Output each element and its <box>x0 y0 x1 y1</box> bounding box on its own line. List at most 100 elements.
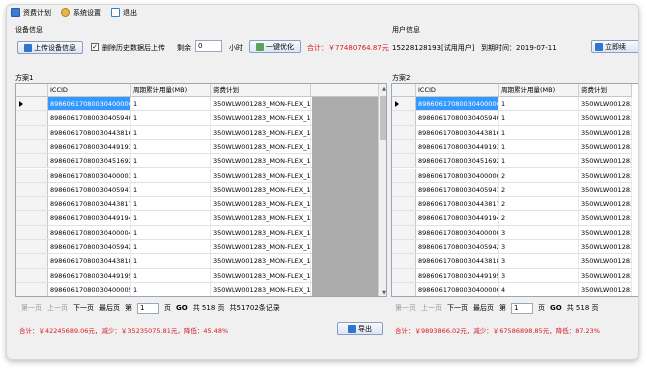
cell-usage[interactable]: 1 <box>131 225 211 239</box>
plan2-prev-page[interactable]: 上一页 <box>421 303 442 313</box>
cell-usage[interactable]: 1 <box>131 182 211 197</box>
cell-usage[interactable]: 1 <box>499 111 579 125</box>
cell-usage[interactable]: 3 <box>499 268 579 282</box>
row-header[interactable] <box>392 282 416 296</box>
cell-usage[interactable]: 3 <box>499 240 579 254</box>
cell-iccid[interactable]: 898606170800304000005 <box>416 282 499 296</box>
table-row[interactable]: 898606170800304491942 1 350WLW001283_MON-F… <box>16 211 312 226</box>
row-header[interactable] <box>16 240 48 254</box>
row-header[interactable] <box>392 168 416 182</box>
cell-iccid[interactable]: 898606170800304438161 <box>48 125 131 139</box>
table-row[interactable]: 898606170800304000005 4 350WLW001283_ <box>392 282 632 296</box>
table-row[interactable]: 898606170800304491942 2 350WLW001283_ <box>392 211 632 226</box>
menu-plan[interactable]: 资费计划 <box>11 8 51 18</box>
table-row[interactable]: 898606170800304000002 1 350WLW001283_MON-F… <box>16 97 312 112</box>
plan1-next-page[interactable]: 下一页 <box>73 303 94 313</box>
row-header[interactable] <box>392 254 416 268</box>
optimize-button[interactable]: 一键优化 <box>249 40 301 53</box>
row-header[interactable] <box>16 268 48 282</box>
cell-usage[interactable]: 2 <box>499 182 579 197</box>
cell-iccid[interactable]: 898606170800304059401 <box>48 111 131 125</box>
cell-plan[interactable]: 350WLW001283_ <box>579 125 632 139</box>
cell-plan[interactable]: 350WLW001283_MON-FLEX_10M <box>211 97 311 111</box>
row-header[interactable] <box>16 154 48 168</box>
row-header[interactable] <box>16 111 48 125</box>
cell-iccid[interactable]: 898606170800304516921 <box>416 154 499 168</box>
row-header[interactable] <box>16 139 48 154</box>
cell-usage[interactable]: 3 <box>499 225 579 239</box>
cell-iccid[interactable]: 898606170800304491942 <box>416 211 499 225</box>
cell-plan[interactable]: 350WLW001283_ <box>579 182 632 197</box>
cell-iccid[interactable]: 898606170800304438172 <box>416 197 499 211</box>
plan1-prev-page[interactable]: 上一页 <box>47 303 68 313</box>
row-header[interactable] <box>16 168 48 182</box>
scroll-up-icon[interactable]: ▲ <box>379 84 386 94</box>
cell-plan[interactable]: 350WLW001283_MON-FLEX_10M <box>211 154 311 168</box>
table-row[interactable]: 898606170800304516921 1 350WLW001283_MON-F… <box>16 154 312 169</box>
row-header[interactable] <box>16 125 48 139</box>
plan2-col-usage[interactable]: 周期累计用量(MB) <box>499 84 579 96</box>
cell-plan[interactable]: 350WLW001283_MON-FLEX_10M <box>211 225 311 239</box>
plan2-col-plan[interactable]: 资费计划 <box>579 84 632 96</box>
table-row[interactable]: 898606170800304000032 1 350WLW001283_MON-F… <box>16 168 312 183</box>
cell-usage[interactable]: 1 <box>131 125 211 139</box>
renew-button[interactable]: 立即续 <box>591 40 638 53</box>
cell-usage[interactable]: 1 <box>131 154 211 168</box>
cell-plan[interactable]: 350WLW001283_ <box>579 97 632 111</box>
upload-device-button[interactable]: 上传设备信息 <box>17 41 83 54</box>
cell-iccid[interactable]: 898606170800304516921 <box>48 154 131 168</box>
row-header[interactable] <box>392 268 416 282</box>
cell-plan[interactable]: 350WLW001283_MON-FLEX_10M <box>211 182 311 197</box>
plan1-last-page[interactable]: 最后页 <box>99 303 120 313</box>
cell-plan[interactable]: 350WLW001283_ <box>579 254 632 268</box>
table-row[interactable]: 898606170800304059412 1 350WLW001283_MON-F… <box>16 182 312 198</box>
table-row[interactable]: 898606170800304059401 1 350WLW001283_ <box>392 111 632 126</box>
menu-exit[interactable]: 退出 <box>111 8 137 18</box>
row-header[interactable] <box>392 197 416 211</box>
cell-plan[interactable]: 350WLW001283_ <box>579 139 632 154</box>
plan1-col-usage[interactable]: 周期累计用量(MB) <box>131 84 211 96</box>
row-header[interactable] <box>16 254 48 268</box>
cell-usage[interactable]: 2 <box>499 211 579 225</box>
cell-plan[interactable]: 350WLW001283_ <box>579 268 632 282</box>
plan1-col-plan[interactable]: 资费计划 <box>211 84 311 96</box>
cell-usage[interactable]: 1 <box>131 139 211 154</box>
cell-plan[interactable]: 350WLW001283_ <box>579 240 632 254</box>
cell-usage[interactable]: 3 <box>499 254 579 268</box>
row-header[interactable] <box>392 97 416 111</box>
plan2-first-page[interactable]: 第一页 <box>395 303 416 313</box>
plan1-vscrollbar[interactable]: ▲ ▼ <box>378 84 386 296</box>
plan2-go-button[interactable]: GO <box>550 304 562 312</box>
row-header[interactable] <box>392 139 416 154</box>
cell-iccid[interactable]: 898606170800304000003 <box>416 168 499 182</box>
cell-plan[interactable]: 350WLW001283_ <box>579 154 632 168</box>
row-header[interactable] <box>16 197 48 211</box>
plan1-col-iccid[interactable]: ICCID <box>48 84 131 96</box>
cell-iccid[interactable]: 898606170800304000002 <box>48 97 131 111</box>
remaining-hours-input[interactable]: 0 <box>195 40 222 52</box>
table-row[interactable]: 898606170800304000054 1 350WLW001283_MON-F… <box>16 282 312 296</box>
row-header[interactable] <box>392 125 416 139</box>
row-header[interactable] <box>16 182 48 197</box>
cell-plan[interactable]: 350WLW001283_MON-FLEX_10M <box>211 111 311 125</box>
table-row[interactable]: 898606170800304491953 3 350WLW001283_ <box>392 268 632 283</box>
row-header[interactable] <box>16 282 48 296</box>
cell-iccid[interactable]: 898606170800304059423 <box>48 240 131 254</box>
table-row[interactable]: 898606170800304059423 1 350WLW001283_MON-F… <box>16 240 312 255</box>
table-row[interactable]: 898606170800304000004 3 350WLW001283_ <box>392 225 632 240</box>
cell-iccid[interactable]: 898606170800304059412 <box>48 182 131 197</box>
cell-iccid[interactable]: 898606170800304438183 <box>416 254 499 268</box>
cell-usage[interactable]: 1 <box>131 254 211 268</box>
cell-usage[interactable]: 1 <box>499 154 579 168</box>
row-header[interactable] <box>392 240 416 254</box>
plan2-col-iccid[interactable]: ICCID <box>416 84 499 96</box>
scroll-down-icon[interactable]: ▼ <box>379 288 386 296</box>
cell-usage[interactable]: 1 <box>499 139 579 154</box>
table-row[interactable]: 898606170800304059423 3 350WLW001283_ <box>392 240 632 255</box>
row-header[interactable] <box>392 211 416 225</box>
export-button[interactable]: 导出 <box>337 322 383 335</box>
plan2-page-input[interactable]: 1 <box>511 302 533 314</box>
cell-plan[interactable]: 350WLW001283_ <box>579 211 632 225</box>
cell-iccid[interactable]: 898606170800304491931 <box>48 139 131 154</box>
cell-usage[interactable]: 1 <box>131 111 211 125</box>
